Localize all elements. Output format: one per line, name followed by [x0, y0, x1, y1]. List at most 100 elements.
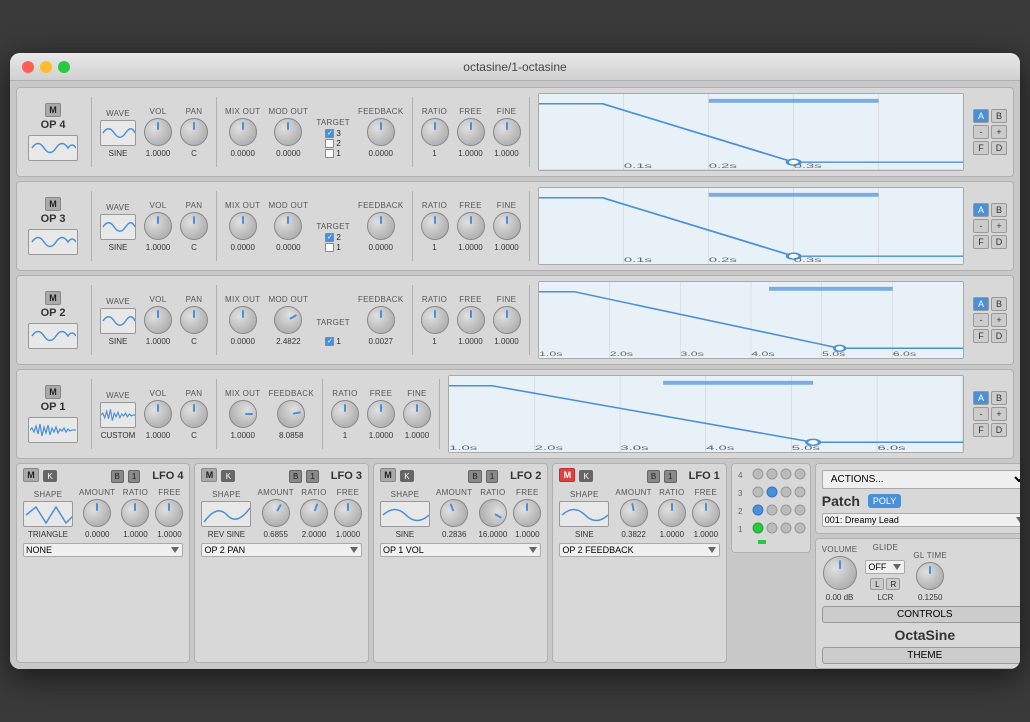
lfo2-b-btn[interactable]: B	[468, 470, 481, 483]
op1-fb-knob[interactable]	[275, 397, 307, 429]
op1-b-btn[interactable]: B	[991, 391, 1007, 405]
actions-select[interactable]: ACTIONS...	[822, 470, 1020, 489]
lfo2-amount-knob[interactable]	[436, 495, 472, 531]
op3-ratio-knob[interactable]	[421, 212, 449, 240]
op2-pan-knob[interactable]	[180, 306, 208, 334]
op2-minus-btn[interactable]: -	[973, 313, 989, 327]
lfo4-1-btn[interactable]: 1	[128, 470, 140, 483]
r-btn[interactable]: R	[886, 578, 900, 590]
gltime-knob[interactable]	[916, 562, 944, 590]
op3-f-btn[interactable]: F	[973, 235, 989, 249]
op4-mod-knob[interactable]	[274, 118, 302, 146]
op1-d-btn[interactable]: D	[991, 423, 1007, 437]
op2-f-btn[interactable]: F	[973, 329, 989, 343]
lfo4-wave-display[interactable]	[23, 501, 73, 527]
op4-ratio-knob[interactable]	[421, 118, 449, 146]
lfo1-m-btn[interactable]: M	[559, 468, 575, 482]
lfo3-k-btn[interactable]: K	[221, 470, 235, 482]
op4-cb3[interactable]	[325, 129, 334, 138]
lfo2-target-select[interactable]: OP 1 VOL	[380, 543, 541, 557]
op4-fine-knob[interactable]	[493, 118, 521, 146]
op4-f-btn[interactable]: F	[973, 141, 989, 155]
controls-button[interactable]: CONTROLS	[822, 606, 1020, 623]
op3-a-btn[interactable]: A	[973, 203, 989, 217]
op3-d-btn[interactable]: D	[991, 235, 1007, 249]
lfo1-wave-display[interactable]	[559, 501, 609, 527]
op4-fb-knob[interactable]	[367, 118, 395, 146]
op1-env-display[interactable]: 1.0s 2.0s 3.0s 4.0s 5.0s 6.0s	[448, 375, 964, 453]
minimize-button[interactable]	[40, 61, 52, 73]
lfo2-wave-display[interactable]	[380, 501, 430, 527]
lfo4-m-btn[interactable]: M	[23, 468, 39, 482]
op3-fine-knob[interactable]	[493, 212, 521, 240]
op4-env-display[interactable]: 0.1s 0.2s 0.3s	[538, 93, 965, 171]
lfo4-ratio-knob[interactable]	[121, 499, 149, 527]
op4-vol-knob[interactable]	[144, 118, 172, 146]
op1-free-knob[interactable]	[367, 400, 395, 428]
op4-cb2[interactable]	[325, 139, 334, 148]
op1-plus-btn[interactable]: +	[991, 407, 1007, 421]
lfo4-target-select[interactable]: NONE	[23, 543, 183, 557]
lfo3-1-btn[interactable]: 1	[306, 470, 318, 483]
op4-wave-knob-display[interactable]	[100, 120, 136, 146]
op2-plus-btn[interactable]: +	[991, 313, 1007, 327]
op4-m-button[interactable]: M	[45, 103, 61, 117]
lfo2-m-btn[interactable]: M	[380, 468, 396, 482]
op3-cb1[interactable]	[325, 243, 334, 252]
op2-vol-knob[interactable]	[144, 306, 172, 334]
lfo3-b-btn[interactable]: B	[289, 470, 302, 483]
op4-cb1[interactable]	[325, 149, 334, 158]
lfo3-wave-display[interactable]	[201, 501, 251, 527]
lfo2-k-btn[interactable]: K	[400, 470, 414, 482]
op2-d-btn[interactable]: D	[991, 329, 1007, 343]
op2-fine-knob[interactable]	[493, 306, 521, 334]
op3-vol-knob[interactable]	[144, 212, 172, 240]
op2-m-button[interactable]: M	[45, 291, 61, 305]
lfo2-ratio-knob[interactable]	[474, 494, 512, 532]
op1-vol-knob[interactable]	[144, 400, 172, 428]
op2-free-knob[interactable]	[457, 306, 485, 334]
op2-wave-knob[interactable]	[100, 308, 136, 334]
op2-a-btn[interactable]: A	[973, 297, 989, 311]
lfo4-b-btn[interactable]: B	[111, 470, 124, 483]
op1-mix-knob[interactable]	[229, 400, 257, 428]
lfo3-free-knob[interactable]	[334, 499, 362, 527]
op4-d-btn[interactable]: D	[991, 141, 1007, 155]
op1-fine-knob[interactable]	[403, 400, 431, 428]
op3-minus-btn[interactable]: -	[973, 219, 989, 233]
op3-plus-btn[interactable]: +	[991, 219, 1007, 233]
op1-wave-knob[interactable]	[100, 402, 136, 428]
lfo1-ratio-knob[interactable]	[658, 499, 686, 527]
lfo4-free-knob[interactable]	[155, 499, 183, 527]
op1-ratio-knob[interactable]	[331, 400, 359, 428]
theme-button[interactable]: THEME	[822, 647, 1020, 664]
lfo1-target-select[interactable]: OP 2 FEEDBACK	[559, 543, 719, 557]
lfo1-free-knob[interactable]	[692, 499, 720, 527]
lfo1-amount-knob[interactable]	[617, 497, 649, 529]
op1-minus-btn[interactable]: -	[973, 407, 989, 421]
op2-mix-knob[interactable]	[229, 306, 257, 334]
l-btn[interactable]: L	[870, 578, 884, 590]
patch-name-select[interactable]: 001: Dreamy Lead	[822, 513, 1020, 527]
lfo1-b-btn[interactable]: B	[647, 470, 660, 483]
close-button[interactable]	[22, 61, 34, 73]
lfo1-1-btn[interactable]: 1	[664, 470, 676, 483]
op3-mix-knob[interactable]	[229, 212, 257, 240]
op1-pan-knob[interactable]	[180, 400, 208, 428]
op3-mod-knob[interactable]	[274, 212, 302, 240]
op3-env-display[interactable]: 0.1s 0.2s 0.3s	[538, 187, 965, 265]
op4-minus-btn[interactable]: -	[973, 125, 989, 139]
op3-wave-knob[interactable]	[100, 214, 136, 240]
op3-b-btn[interactable]: B	[991, 203, 1007, 217]
op4-plus-btn[interactable]: +	[991, 125, 1007, 139]
lfo3-target-select[interactable]: OP 2 PAN	[201, 543, 361, 557]
op4-a-btn[interactable]: A	[973, 109, 989, 123]
lfo2-free-knob[interactable]	[513, 499, 541, 527]
lfo4-amount-knob[interactable]	[83, 499, 111, 527]
maximize-button[interactable]	[58, 61, 70, 73]
op2-fb-knob[interactable]	[367, 306, 395, 334]
op4-pan-knob[interactable]	[180, 118, 208, 146]
lfo3-amount-knob[interactable]	[257, 494, 295, 532]
lfo4-k-btn[interactable]: K	[43, 470, 57, 482]
op4-free-knob[interactable]	[457, 118, 485, 146]
